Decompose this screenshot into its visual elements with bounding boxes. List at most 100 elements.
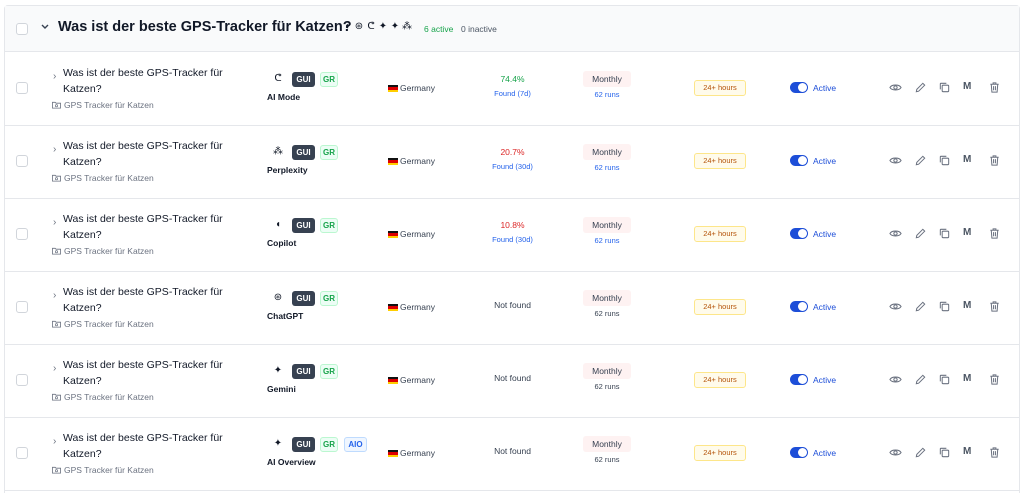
view-eye-icon[interactable] — [889, 227, 902, 240]
engine-name: AI Overview — [267, 457, 316, 467]
edit-pencil-icon[interactable] — [914, 154, 927, 167]
chevron-right-icon[interactable]: › — [53, 436, 56, 447]
query-tag[interactable]: GPS Tracker für Katzen — [52, 392, 154, 402]
edit-pencil-icon[interactable] — [914, 373, 927, 386]
query-tag[interactable]: GPS Tracker für Katzen — [52, 319, 154, 329]
edit-pencil-icon[interactable] — [914, 81, 927, 94]
germany-flag-icon — [388, 231, 398, 238]
view-eye-icon[interactable] — [889, 154, 902, 167]
ai-overview-icon: ✦ — [390, 21, 400, 32]
monitor-button[interactable]: M — [963, 226, 976, 239]
copy-icon[interactable] — [938, 227, 951, 240]
copy-icon[interactable] — [938, 446, 951, 459]
chevron-right-icon[interactable]: › — [53, 290, 56, 301]
row-select-checkbox[interactable] — [16, 155, 28, 167]
view-eye-icon[interactable] — [889, 81, 902, 94]
active-toggle[interactable] — [790, 82, 808, 93]
visibility-percent: 10.8% — [500, 220, 525, 230]
query-text: Was ist der beste GPS-Tracker für Katzen… — [63, 213, 223, 241]
frequency-badge[interactable]: Monthly — [583, 144, 631, 160]
runs-count[interactable]: 62 runs — [583, 163, 631, 173]
monitor-button[interactable]: M — [963, 299, 976, 312]
found-link[interactable]: Found (30d) — [475, 161, 550, 173]
query-tag-label: GPS Tracker für Katzen — [64, 319, 154, 329]
chevron-right-icon[interactable]: › — [53, 144, 56, 155]
folder-icon — [52, 466, 61, 474]
country-label: Germany — [400, 448, 435, 458]
delete-trash-icon[interactable] — [988, 227, 1001, 240]
query-tag[interactable]: GPS Tracker für Katzen — [52, 100, 154, 110]
query-tag[interactable]: GPS Tracker für Katzen — [52, 246, 154, 256]
table-row[interactable]: › Was ist der beste GPS-Tracker für Katz… — [5, 344, 1019, 418]
active-toggle[interactable] — [790, 301, 808, 312]
frequency-badge[interactable]: Monthly — [583, 290, 631, 306]
runs-count[interactable]: 62 runs — [583, 236, 631, 246]
frequency-badge[interactable]: Monthly — [583, 217, 631, 233]
table-row[interactable]: › Was ist der beste GPS-Tracker für Katz… — [5, 52, 1019, 126]
country-label: Germany — [400, 229, 435, 239]
active-toggle[interactable] — [790, 155, 808, 166]
edit-pencil-icon[interactable] — [914, 300, 927, 313]
table-row[interactable]: › Was ist der beste GPS-Tracker für Katz… — [5, 271, 1019, 345]
copy-icon[interactable] — [938, 300, 951, 313]
group-header[interactable]: Was ist der beste GPS-Tracker für Katzen… — [5, 6, 1019, 52]
query-tag-label: GPS Tracker für Katzen — [64, 100, 154, 110]
copilot-icon: ◖ — [274, 219, 282, 230]
view-eye-icon[interactable] — [889, 300, 902, 313]
frequency-badge[interactable]: Monthly — [583, 363, 631, 379]
copilot-icon: ◖ — [343, 21, 351, 32]
row-select-checkbox[interactable] — [16, 301, 28, 313]
chevron-right-icon[interactable]: › — [53, 71, 56, 82]
delete-trash-icon[interactable] — [988, 446, 1001, 459]
copy-icon[interactable] — [938, 373, 951, 386]
delete-trash-icon[interactable] — [988, 300, 1001, 313]
monitor-button[interactable]: M — [963, 445, 976, 458]
view-eye-icon[interactable] — [889, 373, 902, 386]
query-group-card: Was ist der beste GPS-Tracker für Katzen… — [4, 5, 1020, 493]
row-select-checkbox[interactable] — [16, 228, 28, 240]
perplexity-icon: ⁂ — [273, 146, 283, 157]
monitor-button[interactable]: M — [963, 372, 976, 385]
monitor-button[interactable]: M — [963, 153, 976, 166]
delete-trash-icon[interactable] — [988, 81, 1001, 94]
row-select-checkbox[interactable] — [16, 82, 28, 94]
group-select-checkbox[interactable] — [16, 23, 28, 35]
copy-icon[interactable] — [938, 154, 951, 167]
active-toggle[interactable] — [790, 228, 808, 239]
copy-icon[interactable] — [938, 81, 951, 94]
row-select-checkbox[interactable] — [16, 374, 28, 386]
edit-pencil-icon[interactable] — [914, 446, 927, 459]
active-count: 6 active — [424, 24, 454, 34]
query-tag[interactable]: GPS Tracker für Katzen — [52, 465, 154, 475]
folder-icon — [52, 393, 61, 401]
delete-trash-icon[interactable] — [988, 373, 1001, 386]
inactive-count: 0 inactive — [461, 24, 497, 34]
delete-trash-icon[interactable] — [988, 154, 1001, 167]
active-toggle[interactable] — [790, 447, 808, 458]
frequency-badge[interactable]: Monthly — [583, 71, 631, 87]
active-toggle[interactable] — [790, 374, 808, 385]
query-tag[interactable]: GPS Tracker für Katzen — [52, 173, 154, 183]
found-link[interactable]: Found (7d) — [475, 88, 550, 100]
runs-count[interactable]: 62 runs — [583, 90, 631, 100]
view-eye-icon[interactable] — [889, 446, 902, 459]
monitor-button[interactable]: M — [963, 80, 976, 93]
frequency-badge[interactable]: Monthly — [583, 436, 631, 452]
chevron-down-icon[interactable] — [40, 20, 50, 34]
group-title: Was ist der beste GPS-Tracker für Katzen… — [58, 19, 352, 35]
chevron-right-icon[interactable]: › — [53, 217, 56, 228]
ai-overview-icon: ✦ — [273, 438, 283, 449]
table-row[interactable]: › Was ist der beste GPS-Tracker für Katz… — [5, 417, 1019, 491]
table-row[interactable]: › Was ist der beste GPS-Tracker für Katz… — [5, 125, 1019, 199]
badge-gui: GUI — [292, 437, 315, 452]
chevron-right-icon[interactable]: › — [53, 363, 56, 374]
table-row[interactable]: › Was ist der beste GPS-Tracker für Katz… — [5, 198, 1019, 272]
edit-pencil-icon[interactable] — [914, 227, 927, 240]
query-tag-label: GPS Tracker für Katzen — [64, 465, 154, 475]
row-select-checkbox[interactable] — [16, 447, 28, 459]
country-label: Germany — [400, 83, 435, 93]
found-link[interactable]: Found (30d) — [475, 234, 550, 246]
engine-name: Perplexity — [267, 165, 308, 175]
gemini-icon: ✦ — [378, 21, 388, 32]
visibility-not-found: Not found — [494, 446, 531, 456]
